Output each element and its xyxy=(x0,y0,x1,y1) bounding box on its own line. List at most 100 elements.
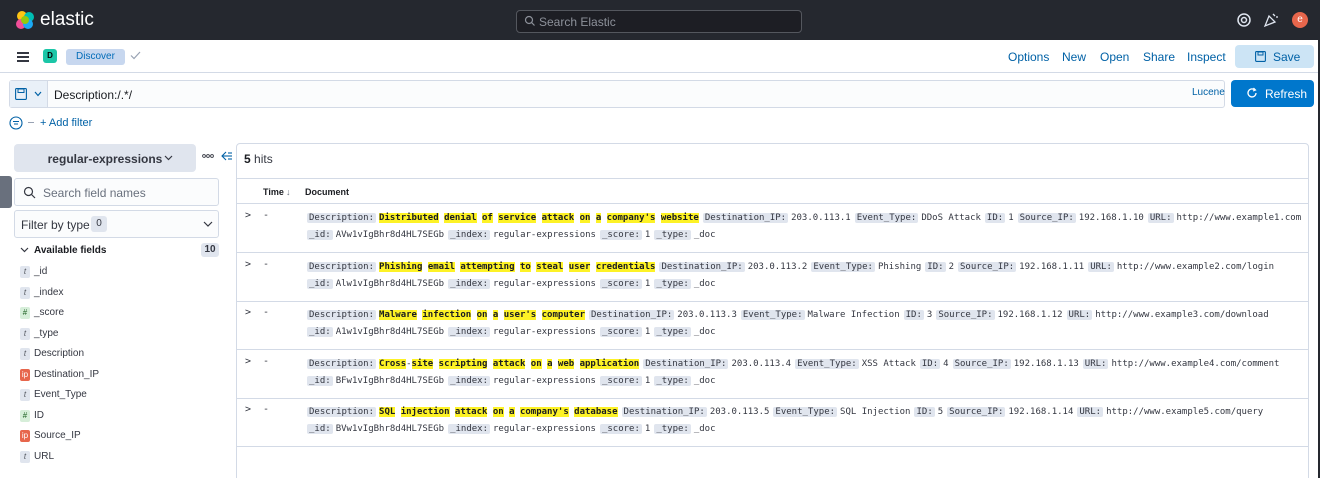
document-line-2: _id: BFw1vIgBhr8d4HL7SEGb _index: regular-e… xyxy=(307,375,720,386)
text-separator xyxy=(525,359,530,369)
query-input[interactable]: Description:/.*/ xyxy=(54,88,132,102)
time-cell: - xyxy=(263,355,270,367)
destination-ip-key: Destination_IP: xyxy=(659,261,745,272)
top-header: elastic Search Elastic e xyxy=(0,0,1320,40)
highlighted-term: application xyxy=(579,358,640,369)
global-search-input[interactable]: Search Elastic xyxy=(516,10,802,33)
open-link[interactable]: Open xyxy=(1100,50,1129,64)
hits-number: 5 xyxy=(244,152,251,166)
event-type-key: Event_Type: xyxy=(740,310,805,320)
description-key: Description: xyxy=(307,358,377,369)
doc-index-key: _index: xyxy=(448,327,490,337)
highlighted-term: on xyxy=(492,407,504,417)
field-name: _type xyxy=(34,327,59,339)
description-value: Malware infection on a user's computer xyxy=(379,310,585,320)
news-feed-icon[interactable] xyxy=(1262,11,1280,29)
id-key: ID: xyxy=(903,310,924,320)
expand-row-icon[interactable]: > xyxy=(245,404,251,415)
doc-id-value: Alw1vIgBhr8d4HL7SEGb xyxy=(335,278,445,289)
ip-type-icon: ip xyxy=(20,430,30,442)
expand-row-icon[interactable]: > xyxy=(245,356,251,367)
new-link[interactable]: New xyxy=(1062,50,1086,64)
document-line-1: Description: Malware infection on a user'… xyxy=(307,310,1273,320)
id-value: 5 xyxy=(937,407,944,417)
elastic-logo-icon[interactable] xyxy=(14,9,36,31)
save-button[interactable]: Save xyxy=(1235,45,1314,68)
doc-score-value: 1 xyxy=(644,375,651,386)
query-language-toggle[interactable]: Lucene xyxy=(1192,87,1225,98)
destination-ip-key: Destination_IP: xyxy=(621,407,707,417)
highlighted-term: database xyxy=(574,407,618,417)
chevron-down-icon xyxy=(164,155,173,161)
table-row: > - Description: Cross-site scripting attac… xyxy=(237,351,1308,399)
source-ip-key: Source_IP: xyxy=(936,310,995,320)
highlighted-term: user's xyxy=(503,310,537,320)
app-bar: D Discover Options New Open Share Inspec… xyxy=(0,40,1320,73)
text-separator xyxy=(590,213,595,223)
sidebar-resize-handle[interactable] xyxy=(0,176,12,208)
field-name: Event_Type xyxy=(34,389,87,400)
text-separator xyxy=(536,310,541,320)
event-type-key: Event_Type: xyxy=(854,213,919,223)
doc-index-value: regular-expressions xyxy=(493,424,596,434)
doc-type-key: _type: xyxy=(654,375,691,386)
doc-index-value: regular-expressions xyxy=(493,327,596,337)
index-pattern-label: regular-expressions xyxy=(47,152,163,166)
event-type-value: Phishing xyxy=(877,261,922,272)
highlighted-term: SQL xyxy=(379,407,396,417)
destination-ip-value: 203.0.113.4 xyxy=(731,358,792,369)
document-line-1: Description: Cross-site scripting attack … xyxy=(307,358,1283,369)
breadcrumb-discover[interactable]: Discover xyxy=(66,49,125,65)
filter-options-icon[interactable] xyxy=(9,116,23,130)
event-type-value: SQL Injection xyxy=(840,407,911,417)
expand-row-icon[interactable]: > xyxy=(245,259,251,270)
doc-index-value: regular-expressions xyxy=(493,278,596,289)
id-key: ID: xyxy=(919,358,941,369)
collapse-sidebar-icon[interactable] xyxy=(221,151,233,161)
inspect-link[interactable]: Inspect xyxy=(1187,50,1226,64)
source-ip-value: 192.168.1.13 xyxy=(1013,358,1079,369)
time-cell: - xyxy=(263,210,270,221)
results-panel: 5 hits Time ↓ Document > - Description: Dis… xyxy=(236,143,1309,478)
expand-row-icon[interactable]: > xyxy=(245,307,251,318)
doc-id-key: _id: xyxy=(307,327,333,337)
doc-id-key: _id: xyxy=(307,230,333,240)
doc-score-value: 1 xyxy=(644,424,651,434)
table-row: > - Description: Phishing email attempting … xyxy=(237,254,1308,302)
menu-toggle-icon[interactable] xyxy=(17,52,29,62)
space-badge[interactable]: D xyxy=(43,49,57,63)
more-options-icon[interactable] xyxy=(202,152,214,160)
source-ip-key: Source_IP: xyxy=(1017,213,1076,223)
highlighted-term: attack xyxy=(454,407,488,417)
help-icon[interactable] xyxy=(1235,11,1253,29)
filter-by-type-button[interactable]: Filter by type 0 xyxy=(14,210,219,238)
description-key: Description: xyxy=(307,310,377,320)
brand-name[interactable]: elastic xyxy=(40,9,94,31)
add-filter-link[interactable]: + Add filter xyxy=(40,117,92,129)
column-time[interactable]: Time xyxy=(263,187,284,197)
refresh-button[interactable]: Refresh xyxy=(1231,80,1314,107)
sort-down-icon[interactable]: ↓ xyxy=(286,187,291,197)
available-fields-label: Available fields xyxy=(34,245,107,256)
filter-by-type-label: Filter by type xyxy=(21,218,90,232)
options-link[interactable]: Options xyxy=(1008,50,1049,64)
index-pattern-selector[interactable]: regular-expressions xyxy=(14,144,196,172)
field-name: Destination_IP xyxy=(34,368,100,380)
saved-query-menu-button[interactable] xyxy=(10,81,48,107)
source-ip-key: Source_IP: xyxy=(952,358,1011,369)
share-link[interactable]: Share xyxy=(1143,50,1175,64)
doc-score-key: _score: xyxy=(599,230,642,240)
url-key: URL: xyxy=(1066,310,1093,320)
number-type-icon: # xyxy=(20,409,30,422)
field-search-input[interactable]: Search field names xyxy=(14,178,219,206)
expand-row-icon[interactable]: > xyxy=(245,210,251,221)
url-value: http://www.example2.com/login xyxy=(1116,261,1275,272)
event-type-value: Malware Infection xyxy=(807,310,900,320)
doc-index-key: _index: xyxy=(448,278,490,289)
highlighted-term: web xyxy=(557,358,575,369)
query-bar[interactable]: Description:/.*/ Lucene xyxy=(9,80,1225,108)
event-type-key: Event_Type: xyxy=(795,358,859,369)
doc-index-key: _index: xyxy=(448,375,490,386)
highlighted-term: Malware xyxy=(379,310,417,320)
user-avatar[interactable]: e xyxy=(1292,12,1308,28)
